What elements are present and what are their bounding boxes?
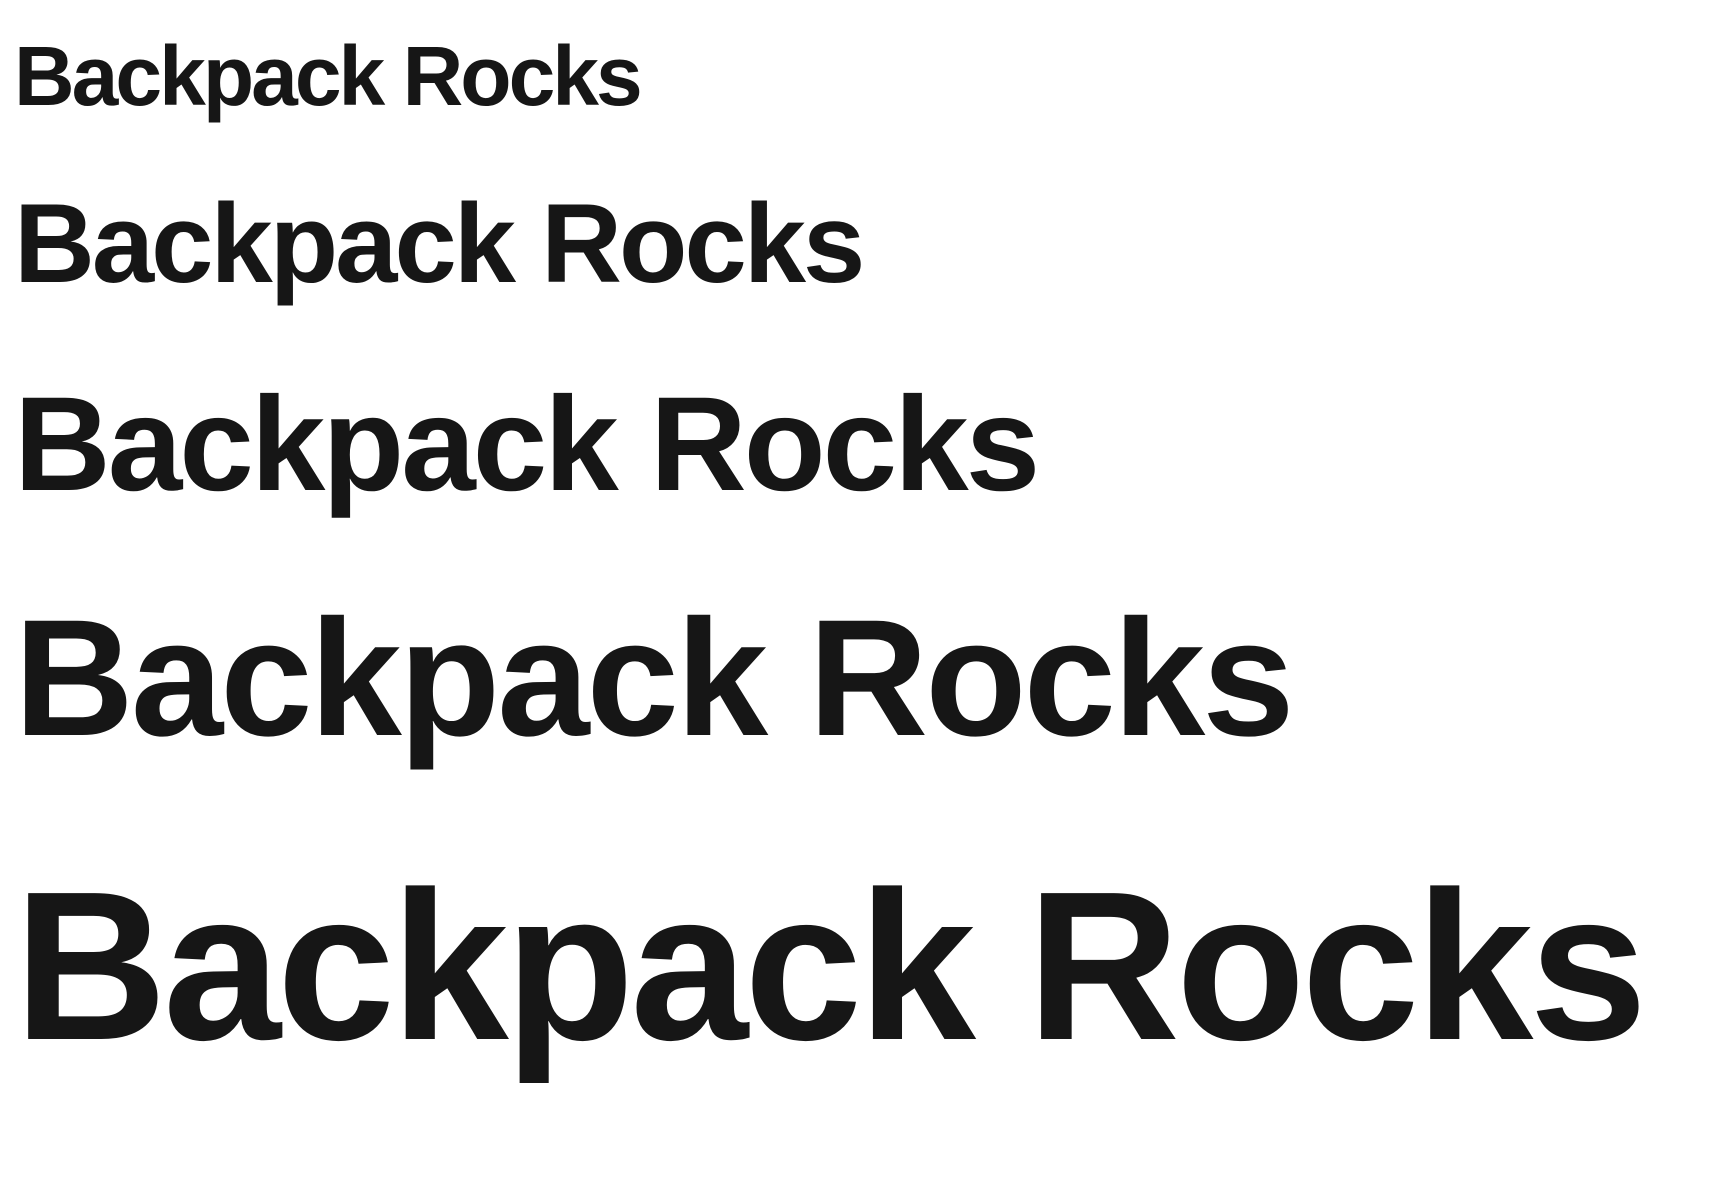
- sample-text-size-3: Backpack Rocks: [14, 370, 1040, 519]
- sample-text-size-4: Backpack Rocks: [14, 586, 1295, 771]
- sample-text-size-2: Backpack Rocks: [14, 181, 865, 306]
- sample-text-size-1: Backpack Rocks: [14, 29, 643, 123]
- sample-text-size-5: Backpack Rocks: [14, 847, 1647, 1084]
- type-specimen: Backpack Rocks Backpack Rocks Backpack R…: [0, 0, 1709, 1191]
